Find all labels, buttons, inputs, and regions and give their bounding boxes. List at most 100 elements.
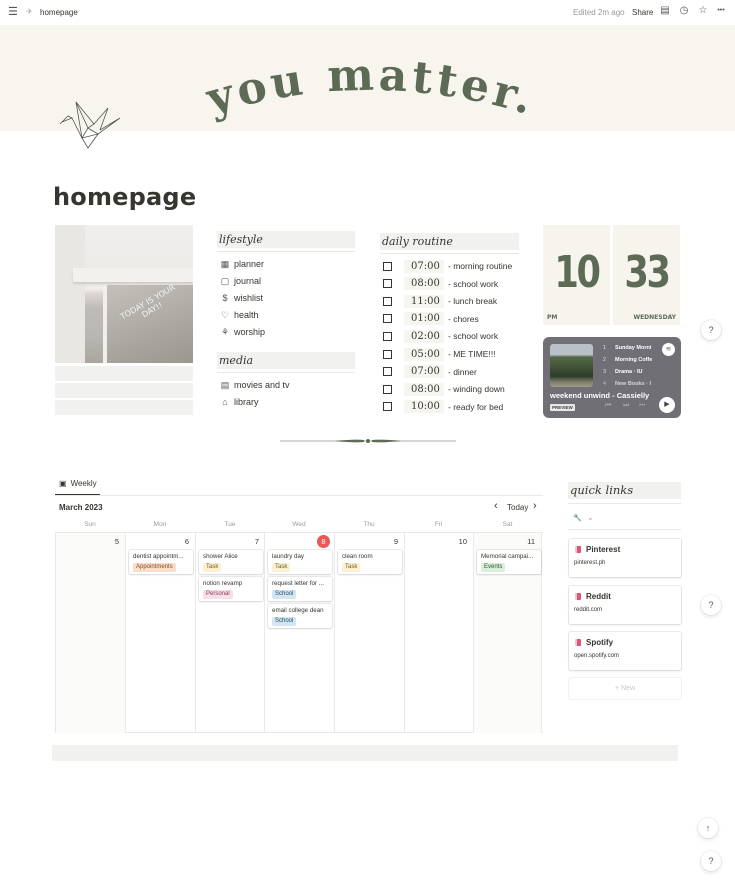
event-title: dentist appointm...: [133, 553, 184, 560]
menu-icon[interactable]: ☰: [8, 6, 18, 18]
spotify-track[interactable]: 3 Drama · IU: [603, 369, 643, 375]
next-track-icon[interactable]: ⏭: [623, 402, 629, 410]
playlist-title: weekend unwind - Cassielly: [550, 391, 649, 400]
quick-link-card-spotify[interactable]: Spotify open.spotify.com: [569, 632, 681, 670]
routine-item: 11:00 - lunch break: [383, 293, 497, 309]
next-week-button[interactable]: ›: [533, 500, 537, 512]
calendar-day-cell[interactable]: 8 laundry day Task request letter for ... Sc…: [264, 533, 334, 733]
calendar-grid: 5 6 dentist appointm... Appointments 7 shower…: [55, 532, 543, 733]
chevron-down-icon[interactable]: ⌄: [587, 513, 594, 522]
link-url: pinterest.ph: [574, 560, 606, 566]
more-options-icon[interactable]: •••: [639, 403, 645, 409]
more-options-icon[interactable]: •••: [715, 5, 727, 17]
calendar-event-card[interactable]: request letter for ... School: [268, 577, 332, 601]
calendar-event-card[interactable]: laundry day Task: [268, 550, 332, 574]
routine-item: 01:00 - chores: [383, 311, 479, 327]
health-icon: ♡: [220, 310, 230, 320]
history-icon[interactable]: ◷: [678, 5, 690, 17]
wrench-icon[interactable]: 🔧: [573, 514, 582, 522]
scroll-to-top-button[interactable]: ↑: [698, 818, 718, 838]
day-number: 7: [254, 537, 259, 546]
library-icon: ⌂: [222, 397, 228, 407]
today-button[interactable]: Today: [507, 503, 528, 512]
daily-routine-heading: daily routine: [380, 233, 519, 250]
weekday-label: Mon: [153, 521, 167, 528]
bookmark-icon: [575, 592, 581, 600]
calendar-event-card[interactable]: notion revamp Personal: [199, 577, 263, 601]
calendar-icon: ▦: [220, 259, 230, 269]
nav-item-library[interactable]: ⌂ library: [220, 394, 258, 410]
todo-checkbox[interactable]: [383, 367, 392, 377]
calendar-day-cell[interactable]: 7 shower Alice Task notion revamp Personal: [195, 533, 265, 733]
quick-link-card-pinterest[interactable]: Pinterest pinterest.ph: [569, 539, 681, 577]
favorite-star-icon[interactable]: ☆: [697, 5, 709, 17]
comments-icon[interactable]: ▤: [659, 5, 671, 17]
playlist-author: - Cassielly: [612, 391, 650, 400]
todo-checkbox[interactable]: [383, 349, 392, 359]
clock-hour-card: 10 PM: [543, 225, 610, 325]
todo-checkbox[interactable]: [383, 314, 392, 324]
calendar-event-card[interactable]: clean room Task: [338, 550, 402, 574]
crane-icon: ✈: [26, 7, 33, 16]
spotify-logo-icon[interactable]: ≋: [662, 343, 675, 356]
calendar-day-cell[interactable]: 6 dentist appointm... Appointments: [125, 533, 195, 733]
routine-time: 05:00: [404, 347, 444, 361]
routine-item: 08:00 - winding down: [383, 381, 505, 397]
track-number: 2: [603, 357, 607, 363]
weekday-label: Fri: [434, 521, 443, 528]
play-button[interactable]: ▶: [659, 397, 675, 413]
nav-item-wishlist[interactable]: $ wishlist: [220, 290, 263, 306]
weekday-label: Sat: [502, 521, 513, 528]
routine-item: 10:00 - ready for bed: [383, 399, 503, 415]
calendar-day-cell[interactable]: 5: [55, 533, 125, 733]
calendar-event-card[interactable]: dentist appointm... Appointments: [129, 550, 193, 574]
nav-item-worship[interactable]: ⚘ worship: [220, 324, 265, 340]
nav-item-health[interactable]: ♡ health: [220, 307, 259, 323]
event-title: request letter for ...: [272, 580, 324, 587]
calendar-event-card[interactable]: email college dean School: [268, 604, 332, 628]
paper-crane-icon[interactable]: [58, 98, 124, 152]
previous-track-icon[interactable]: ⏮: [605, 402, 611, 410]
nav-item-journal[interactable]: ▢ journal: [220, 273, 261, 289]
event-title: Memorial campai...: [481, 553, 534, 560]
empty-block: [52, 745, 678, 761]
spotify-track[interactable]: 4 New Books · I: [603, 381, 651, 385]
event-tag: Personal: [203, 590, 233, 599]
dollar-icon: $: [222, 293, 228, 303]
spotify-track[interactable]: 1 Sunday Morni: [603, 345, 651, 351]
spotify-embed[interactable]: 1 Sunday Morni 2 Morning Coffe 3 Drama · IU 4 N…: [543, 337, 681, 418]
help-button[interactable]: ?: [701, 320, 721, 340]
divider: [568, 503, 681, 504]
track-number: 4: [603, 381, 607, 385]
event-tag: Task: [203, 563, 222, 572]
empty-block: [55, 400, 193, 415]
todo-checkbox[interactable]: [383, 331, 392, 341]
todo-checkbox[interactable]: [383, 384, 392, 394]
calendar-event-card[interactable]: Memorial campai... Events: [477, 550, 541, 574]
empty-block: [55, 383, 193, 398]
todo-checkbox[interactable]: [383, 296, 392, 306]
event-tag: Appointments: [133, 563, 176, 572]
routine-time: 08:00: [404, 382, 444, 396]
nav-item-planner[interactable]: ▦ planner: [220, 256, 264, 272]
quick-link-card-reddit[interactable]: Reddit reddit.com: [569, 585, 681, 624]
todo-checkbox[interactable]: [383, 279, 392, 289]
new-link-button[interactable]: + New: [569, 678, 681, 699]
link-name: Spotify: [586, 638, 614, 647]
todo-checkbox[interactable]: [383, 261, 392, 271]
help-button[interactable]: ?: [701, 595, 721, 615]
weekday-label: Tue: [224, 521, 236, 528]
link-name: Reddit: [586, 591, 611, 601]
help-button[interactable]: ?: [701, 851, 721, 871]
tab-weekly[interactable]: ▣ Weekly: [59, 479, 97, 488]
calendar-day-cell[interactable]: 10: [404, 533, 473, 733]
previous-week-button[interactable]: ‹: [494, 500, 498, 512]
calendar-day-cell[interactable]: 11 Memorial campai... Events: [473, 533, 542, 733]
share-button[interactable]: Share: [632, 8, 653, 17]
nav-item-movies-and-tv[interactable]: ▤ movies and tv: [220, 377, 290, 393]
calendar-event-card[interactable]: shower Alice Task: [199, 550, 263, 574]
todo-checkbox[interactable]: [383, 402, 392, 412]
calendar-day-cell[interactable]: 9 clean room Task: [334, 533, 404, 733]
spotify-track[interactable]: 2 Morning Coffe: [603, 357, 652, 363]
breadcrumb[interactable]: homepage: [40, 8, 78, 17]
